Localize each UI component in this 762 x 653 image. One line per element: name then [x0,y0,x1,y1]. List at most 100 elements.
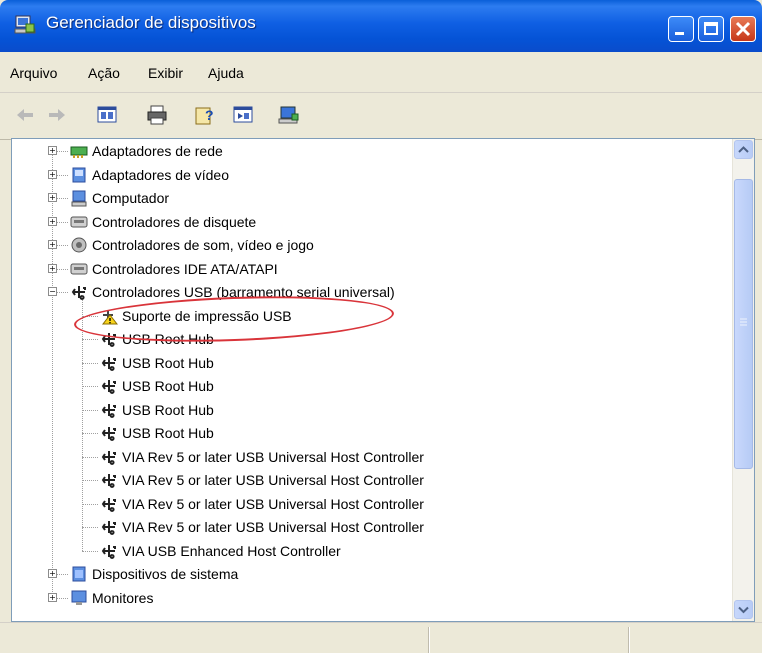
toolbar: ? [0,93,762,140]
tree-connector-line [82,480,98,481]
expand-toggle[interactable]: + [48,263,57,273]
tree-category-item[interactable]: + Controladores IDE ATA/ATAPI [12,259,712,281]
print-icon[interactable] [146,104,168,126]
tree-category-item[interactable]: + Adaptadores de rede [12,141,712,163]
close-button[interactable] [730,16,756,42]
tree-connector-line [57,174,68,176]
tree-device-item[interactable]: VIA Rev 5 or later USB Universal Host Co… [12,470,712,492]
properties-icon[interactable] [96,104,118,126]
title-bar[interactable]: Gerenciador de dispositivos [0,0,762,52]
maximize-icon [704,22,718,35]
expand-toggle[interactable]: + [48,169,57,179]
usb-icon [101,427,116,441]
tree-device-item[interactable]: USB Root Hub [12,400,712,422]
forward-arrow-icon[interactable] [46,104,68,126]
device-manager-window: Gerenciador de dispositivos Arquivo Ação… [0,0,762,653]
tree-connector-line [82,386,98,387]
status-separator [628,627,630,653]
menu-ajuda[interactable]: Ajuda [208,65,244,81]
tree-connector-line [57,574,68,575]
tree-item-label: USB Root Hub [122,378,214,394]
tree-item-label: Controladores de disquete [92,213,257,230]
display-adapter-icon [72,167,86,182]
monitor-icon [71,590,87,605]
usb-icon [71,286,86,300]
help-icon[interactable]: ? [194,104,216,126]
usb-icon [101,497,116,512]
tree-connector-line [57,245,68,246]
menu-exibir[interactable]: Exibir [148,65,183,81]
tree-device-item[interactable]: USB Root Hub [12,376,712,398]
sound-icon [71,237,87,253]
maximize-button[interactable] [698,16,724,42]
tree-connector-line [57,221,68,223]
window-title: Gerenciador de dispositivos [46,13,256,32]
tree-item-label: Monitores [92,589,154,606]
tree-device-item[interactable]: VIA USB Enhanced Host Controller [12,541,712,563]
menu-bar: Arquivo Ação Exibir Ajuda [0,52,762,93]
usb-icon [101,356,116,371]
tree-item-label: Computador [92,190,170,206]
tree-item-label: Adaptadores de vídeo [92,166,229,183]
system-device-icon [72,566,86,582]
expand-toggle[interactable]: + [48,569,57,578]
tree-item-label: VIA Rev 5 or later USB Universal Host Co… [122,448,424,465]
tree-item-label: VIA Rev 5 or later USB Universal Host Co… [122,519,424,535]
chevron-down-icon [738,606,749,614]
tree-item-label: VIA USB Enhanced Host Controller [122,542,341,559]
svg-text:?: ? [205,107,214,123]
expand-toggle[interactable]: + [48,146,57,155]
tree-connector-line [82,503,98,505]
usb-icon [101,521,116,535]
tree-connector-line [82,362,98,364]
tree-item-label: Adaptadores de rede [92,143,223,159]
collapse-toggle[interactable]: − [48,287,57,296]
tree-connector-line [57,198,68,199]
tree-category-item[interactable]: + Controladores de som, vídeo e jogo [12,235,712,257]
expand-toggle[interactable]: + [48,240,57,249]
expand-toggle[interactable]: + [48,216,57,226]
computer-icon[interactable] [278,104,300,126]
menu-acao[interactable]: Ação [88,65,120,81]
device-tree[interactable]: + Adaptadores de rede + Adaptadores de víde… [11,138,755,622]
chevron-up-icon [738,146,749,153]
usb-icon [101,403,116,418]
tree-item-label: Controladores de som, vídeo e jogo [92,237,314,253]
tree-item-label: USB Root Hub [122,401,214,418]
tree-category-item[interactable]: + Computador [12,188,712,210]
menu-arquivo[interactable]: Arquivo [10,65,57,81]
tree-category-item[interactable]: + Adaptadores de vídeo [12,165,712,187]
close-icon [735,21,751,37]
tree-item-label: USB Root Hub [122,354,214,371]
view-icon[interactable] [232,104,254,126]
usb-icon [101,474,116,488]
expand-toggle[interactable]: + [48,592,57,602]
computer-icon [71,190,87,207]
minimize-button[interactable] [668,16,694,42]
back-arrow-icon[interactable] [14,104,36,126]
tree-device-item[interactable]: VIA Rev 5 or later USB Universal Host Co… [12,494,712,516]
tree-connector-line [57,597,68,599]
usb-icon [101,450,116,465]
tree-device-item[interactable]: VIA Rev 5 or later USB Universal Host Co… [12,517,712,539]
tree-connector-line [57,292,68,293]
scroll-up-button[interactable] [734,140,753,159]
device-manager-icon [14,15,36,34]
tree-category-item[interactable]: + Dispositivos de sistema [12,564,712,586]
status-separator [428,627,430,653]
tree-connector-line [57,151,68,152]
expand-toggle[interactable]: + [48,193,57,202]
tree-device-item[interactable]: USB Root Hub [12,423,712,445]
tree-category-item[interactable]: + Controladores de disquete [12,212,712,234]
tree-connector-line [57,268,68,270]
tree-connector-line [82,550,98,552]
tree-device-item[interactable]: VIA Rev 5 or later USB Universal Host Co… [12,447,712,469]
tree-connector-line [82,409,98,411]
tree-category-item[interactable]: + Monitores [12,588,712,610]
scroll-down-button[interactable] [734,600,753,619]
vertical-scrollbar[interactable] [732,139,754,621]
minimize-icon [675,32,684,35]
ide-controller-icon [70,263,88,274]
tree-device-item[interactable]: USB Root Hub [12,353,712,375]
scroll-thumb[interactable] [734,179,753,469]
